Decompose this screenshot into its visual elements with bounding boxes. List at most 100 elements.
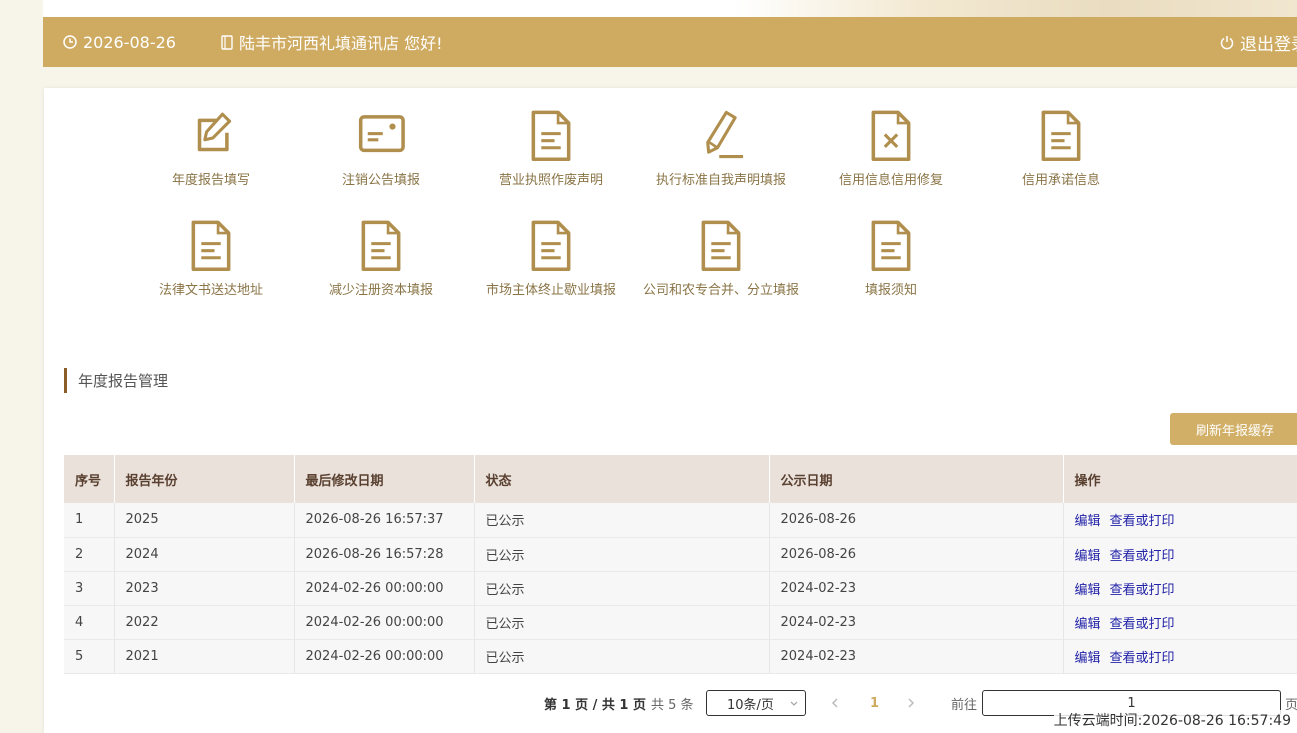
document-x-icon <box>871 110 911 161</box>
cell-no: 1 <box>64 503 115 538</box>
function-grid: 年度报告填写 注销公告填报 营业执照作废声明 执行标准自我声明填报 信用信息信用… <box>44 88 1297 318</box>
func-label: 填报须知 <box>864 283 917 298</box>
document-icon <box>1041 110 1081 161</box>
func-label: 信用承诺信息 <box>1021 173 1100 188</box>
section-title: 年度报告管理 <box>64 368 168 393</box>
page-size-select[interactable]: 10条/页 <box>706 690 806 716</box>
func-credit-repair[interactable]: 信用信息信用修复 <box>806 88 976 188</box>
header-date: 2026-08-26 <box>63 17 176 67</box>
document-icon <box>701 220 741 271</box>
col-header-no: 序号 <box>64 455 115 503</box>
func-merger-split[interactable]: 公司和农专合并、分立填报 <box>636 198 806 298</box>
cell-publish: 2026-08-26 <box>769 503 1064 538</box>
total-count: 共 5 条 <box>651 697 694 713</box>
edit-link[interactable]: 编辑 <box>1075 651 1101 666</box>
chevron-down-icon <box>790 701 798 706</box>
func-label: 信用信息信用修复 <box>838 173 943 188</box>
table-row: 4 2022 2024-02-26 00:00:00 已公示 2024-02-2… <box>64 605 1297 640</box>
logout-label: 退出登录 <box>1240 34 1297 55</box>
func-label: 法律文书送达地址 <box>158 283 263 298</box>
logout-button[interactable]: 退出登录 <box>1220 17 1297 67</box>
page-number-current[interactable]: 1 <box>870 688 879 718</box>
prev-page-button[interactable] <box>830 688 840 718</box>
cell-year: 2021 <box>114 639 295 674</box>
func-label: 市场主体终止歇业填报 <box>485 283 616 298</box>
col-header-publish: 公示日期 <box>769 455 1064 503</box>
page-summary: 第 1 页 / 共 1 页 <box>544 697 646 713</box>
cell-status: 已公示 <box>474 639 770 674</box>
col-header-ops: 操作 <box>1063 455 1297 503</box>
view-print-link[interactable]: 查看或打印 <box>1110 549 1175 564</box>
view-print-link[interactable]: 查看或打印 <box>1110 583 1175 598</box>
chevron-right-icon <box>908 698 915 708</box>
cell-ops: 编辑 查看或打印 <box>1063 639 1297 674</box>
cell-status: 已公示 <box>474 537 770 572</box>
func-legal-address[interactable]: 法律文书送达地址 <box>126 198 296 298</box>
main-card: 年度报告填写 注销公告填报 营业执照作废声明 执行标准自我声明填报 信用信息信用… <box>44 88 1297 733</box>
func-label: 执行标准自我声明填报 <box>655 173 786 188</box>
func-filing-notice[interactable]: 填报须知 <box>806 198 976 298</box>
id-card-icon <box>358 115 405 153</box>
edit-link[interactable]: 编辑 <box>1075 549 1101 564</box>
cell-year: 2022 <box>114 605 295 640</box>
func-label: 营业执照作废声明 <box>498 173 603 188</box>
edit-icon <box>197 112 232 152</box>
func-label: 减少注册资本填报 <box>328 283 433 298</box>
cell-status: 已公示 <box>474 605 770 640</box>
view-print-link[interactable]: 查看或打印 <box>1110 651 1175 666</box>
cell-no: 4 <box>64 605 115 640</box>
document-icon <box>531 110 571 161</box>
col-header-status: 状态 <box>474 455 770 503</box>
cell-year: 2024 <box>114 537 295 572</box>
goto-label: 前往 <box>951 697 978 713</box>
edit-link[interactable]: 编辑 <box>1075 514 1101 529</box>
func-capital-reduction[interactable]: 减少注册资本填报 <box>296 198 466 298</box>
table-row: 2 2024 2026-08-26 16:57:28 已公示 2026-08-2… <box>64 537 1297 572</box>
header-date-text: 2026-08-26 <box>83 32 176 52</box>
func-business-termination[interactable]: 市场主体终止歇业填报 <box>466 198 636 298</box>
func-label: 注销公告填报 <box>341 173 420 188</box>
document-icon <box>191 220 231 271</box>
cell-year: 2023 <box>114 571 295 606</box>
chevron-left-icon <box>831 698 838 708</box>
clock-icon <box>63 35 77 49</box>
view-print-link[interactable]: 查看或打印 <box>1110 617 1175 632</box>
func-cancel-notice[interactable]: 注销公告填报 <box>296 88 466 188</box>
document-icon <box>871 220 911 271</box>
header-greeting: 陆丰市河西礼填通讯店 您好! <box>221 17 443 67</box>
func-license-void[interactable]: 营业执照作废声明 <box>466 88 636 188</box>
cell-year: 2025 <box>114 503 295 538</box>
cell-status: 已公示 <box>474 503 770 538</box>
table-row: 3 2023 2024-02-26 00:00:00 已公示 2024-02-2… <box>64 571 1297 606</box>
cell-ops: 编辑 查看或打印 <box>1063 605 1297 640</box>
func-annual-report[interactable]: 年度报告填写 <box>126 88 296 188</box>
cell-publish: 2026-08-26 <box>769 537 1064 572</box>
header-bar: 2026-08-26 陆丰市河西礼填通讯店 您好! 退出登录 <box>43 17 1297 67</box>
cell-no: 2 <box>64 537 115 572</box>
view-print-link[interactable]: 查看或打印 <box>1110 514 1175 529</box>
next-page-button[interactable] <box>906 688 916 718</box>
edit-link[interactable]: 编辑 <box>1075 617 1101 632</box>
func-credit-commitment[interactable]: 信用承诺信息 <box>976 88 1146 188</box>
page-size-value: 10条/页 <box>727 697 774 713</box>
func-standard-declaration[interactable]: 执行标准自我声明填报 <box>636 88 806 188</box>
cell-publish: 2024-02-23 <box>769 571 1064 606</box>
document-icon <box>361 220 401 271</box>
cell-no: 3 <box>64 571 115 606</box>
table-header-row: 序号 报告年份 最后修改日期 状态 公示日期 操作 <box>64 455 1297 503</box>
cell-publish: 2024-02-23 <box>769 639 1064 674</box>
cell-modified: 2026-08-26 16:57:37 <box>294 503 475 538</box>
annual-report-table: 序号 报告年份 最后修改日期 状态 公示日期 操作 1 2025 2026-08… <box>64 455 1297 674</box>
cell-ops: 编辑 查看或打印 <box>1063 537 1297 572</box>
document-icon <box>531 220 571 271</box>
edit-link[interactable]: 编辑 <box>1075 583 1101 598</box>
cell-no: 5 <box>64 639 115 674</box>
cell-ops: 编辑 查看或打印 <box>1063 571 1297 606</box>
upload-time: 上传云端时间:2026-08-26 16:57:49 <box>1053 710 1291 730</box>
cell-modified: 2026-08-26 16:57:28 <box>294 537 475 572</box>
col-header-year: 报告年份 <box>114 455 295 503</box>
cell-status: 已公示 <box>474 571 770 606</box>
table-row: 1 2025 2026-08-26 16:57:37 已公示 2026-08-2… <box>64 503 1297 538</box>
refresh-cache-button[interactable]: 刷新年报缓存 <box>1170 413 1297 445</box>
func-label: 公司和农专合并、分立填报 <box>642 283 799 298</box>
